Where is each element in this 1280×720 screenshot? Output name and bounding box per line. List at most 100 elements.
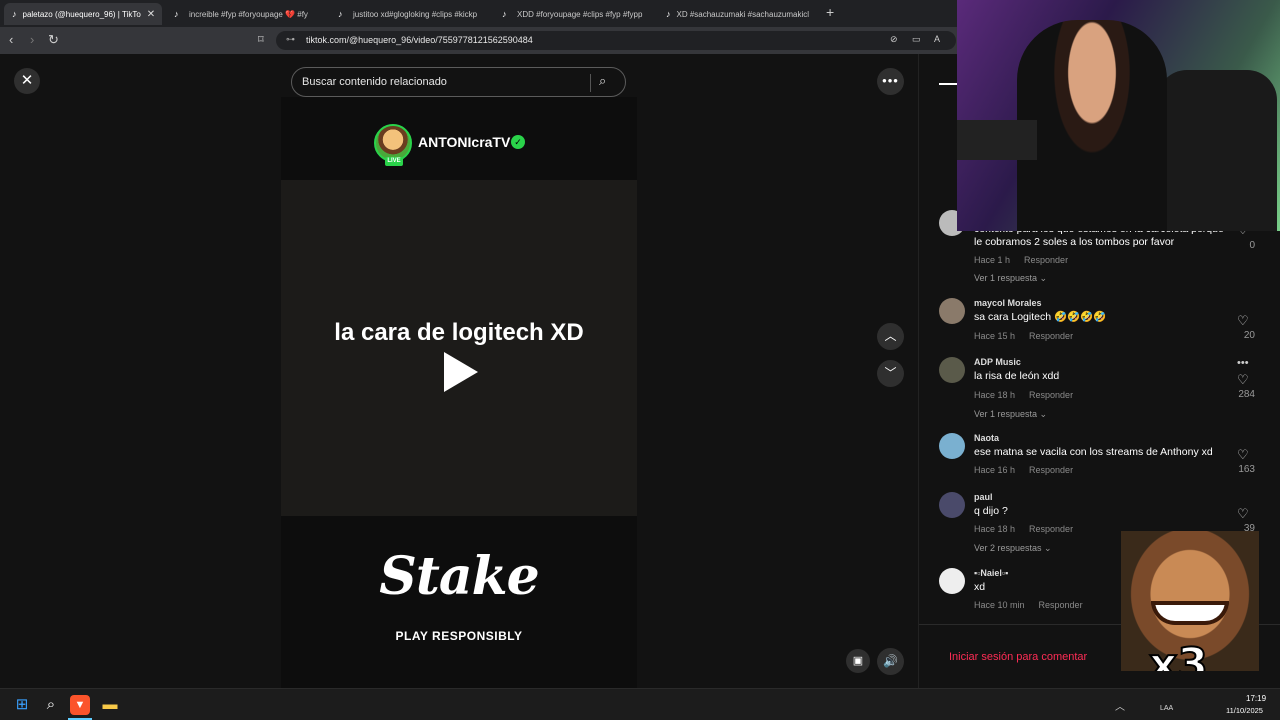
close-video-button[interactable]: ✕ [14,68,40,94]
reply-button[interactable]: Responder [1029,390,1073,400]
login-to-comment-link[interactable]: Iniciar sesión para comentar [949,651,1087,663]
comment-username[interactable]: ADP Music [974,357,1021,367]
comment-text: q dijo ? [974,505,1008,517]
previous-video-button[interactable]: ︿ [877,323,904,350]
view-replies-label: Ver 1 respuesta [974,409,1038,419]
next-video-button[interactable]: ﹀ [877,360,904,387]
reply-button[interactable]: Responder [1024,255,1068,265]
browser-tab[interactable]: ♪ justitoo xd#glogloking #clips #kickp [330,3,488,25]
input-language[interactable]: LAA [1160,705,1173,712]
search-divider [590,74,591,92]
taskbar-search-icon[interactable]: ⌕ [41,695,61,715]
search-input[interactable]: Buscar contenido relacionado [302,76,447,88]
video-bottom-banner: Stake PLAY RESPONSIBLY [281,516,637,688]
more-options-button[interactable]: ••• [877,68,904,95]
cast-icon[interactable]: ⊘ [890,34,898,45]
avatar[interactable] [939,298,965,324]
new-tab-icon[interactable]: + [826,4,834,20]
clock-date[interactable]: 11/10/2025 [1226,706,1263,715]
tab-label: increible #fyp #foryoupage 💔 #fy [189,9,308,19]
browser-tab[interactable]: ♪ increible #fyp #foryoupage 💔 #fy [166,3,324,25]
brave-browser-icon[interactable]: ▼ [70,695,90,715]
tab-label: XDD #foryoupage #clips #fyp #fypp [517,9,643,19]
reply-button[interactable]: Responder [1029,524,1073,534]
play-icon[interactable] [444,352,478,392]
comment-time: Hace 1 h [974,255,1011,265]
like-count: 163 [1238,464,1255,475]
mini-player-icon: ▣ [852,655,864,667]
back-icon[interactable]: ‹ [9,32,13,48]
view-replies-label: Ver 2 respuestas [974,543,1042,553]
video-top-banner: LIVE ANTONIcraTV ✓ [281,97,637,180]
tab-label: paletazo (@huequero_96) | TikTo [22,9,141,19]
mini-player-button[interactable]: ▣ [846,649,870,673]
more-icon[interactable]: ••• [1237,357,1249,369]
windows-start-icon[interactable]: ⊞ [12,695,32,715]
meme-text: x3 [1148,638,1209,671]
like-count: 284 [1238,389,1255,400]
heart-icon[interactable]: ♡ [1237,447,1249,463]
comment-time: Hace 16 h [974,465,1016,475]
browser-tab-active[interactable]: ♪ paletazo (@huequero_96) | TikTo ✕ [4,3,162,25]
avatar[interactable] [939,492,965,518]
chevron-up-icon: ︿ [884,329,897,343]
search-icon[interactable]: ⌕ [599,73,606,89]
reply-button[interactable]: Responder [1039,600,1083,610]
translate-icon[interactable]: A [934,34,940,44]
like-count: 20 [1243,330,1255,341]
tab-label: XD #sachauzumaki #sachauzumakicl [676,9,810,19]
video-player[interactable]: LIVE ANTONIcraTV ✓ la cara de logitech X… [281,97,637,688]
verified-icon: ✓ [511,135,525,149]
sponsor-tagline: PLAY RESPONSIBLY [395,629,523,643]
webcam-streamer [1017,20,1167,231]
comment-username[interactable]: ▪▫Naiel▫▪ [974,568,1008,578]
comment-username[interactable]: Naota [974,433,999,443]
view-replies-button[interactable]: Ver 2 respuestas ⌄ [974,543,1052,554]
tiktok-icon: ♪ [338,8,343,19]
tiktok-icon: ♪ [666,8,671,19]
meme-overlay: x3 [1121,531,1259,671]
heart-icon[interactable]: ♡ [1237,313,1249,329]
volume-icon: 🔊 [883,654,898,668]
avatar[interactable] [939,433,965,459]
view-replies-button[interactable]: Ver 1 respuesta ⌄ [974,409,1047,420]
view-replies-button[interactable]: Ver 1 respuesta ⌄ [974,273,1047,284]
webcam-microphone [957,120,1037,160]
comment-time: Hace 15 h [974,331,1016,341]
site-info-icon[interactable]: ⊶ [286,34,295,45]
reply-button[interactable]: Responder [1029,331,1073,341]
screen-icon[interactable]: ▭ [912,34,921,45]
comment-username[interactable]: paul [974,492,993,502]
webcam-overlay [957,0,1280,231]
heart-icon[interactable]: ♡ [1237,372,1249,388]
close-tab-icon[interactable]: ✕ [147,9,155,20]
bookmark-icon[interactable]: ⌑ [258,33,264,46]
comment-username[interactable]: maycol Morales [974,298,1042,308]
browser-tab[interactable]: ♪ XDD #foryoupage #clips #fyp #fypp [494,3,652,25]
search-bar[interactable]: Buscar contenido relacionado ⌕ [291,67,626,97]
reload-icon[interactable]: ↻ [48,32,59,48]
file-explorer-icon[interactable]: ▬ [100,695,120,715]
browser-tab[interactable]: ♪ XD #sachauzumaki #sachauzumakicl [658,3,816,25]
tab-label: justitoo xd#glogloking #clips #kickp [353,9,478,19]
chevron-down-icon: ﹀ [884,366,897,380]
reply-button[interactable]: Responder [1029,465,1073,475]
avatar[interactable] [939,357,965,383]
avatar[interactable] [939,568,965,594]
comment-meta: Hace 18 h Responder [974,390,1073,400]
video-area: ✕ Buscar contenido relacionado ⌕ ••• LIV… [0,54,918,688]
url-field[interactable]: ⊶ tiktok.com/@huequero_96/video/75597781… [276,31,956,50]
comment-text: ese matna se vacila con los streams de A… [974,446,1213,458]
clock-time[interactable]: 17:19 [1246,694,1266,703]
tray-expand-icon[interactable]: ︿ [1115,698,1125,713]
comment-meta: Hace 1 h Responder [974,255,1068,265]
heart-icon[interactable]: ♡ [1237,506,1249,522]
url-text: tiktok.com/@huequero_96/video/7559778121… [306,35,533,45]
volume-button[interactable]: 🔊 [877,648,904,675]
comment-meta: Hace 10 min Responder [974,600,1083,610]
comment-time: Hace 10 min [974,600,1025,610]
forward-icon[interactable]: › [30,32,34,48]
sponsor-logo: Stake [379,546,539,607]
comment-text: sa cara Logitech 🤣🤣🤣🤣 [974,311,1107,323]
close-icon: ✕ [20,72,34,89]
